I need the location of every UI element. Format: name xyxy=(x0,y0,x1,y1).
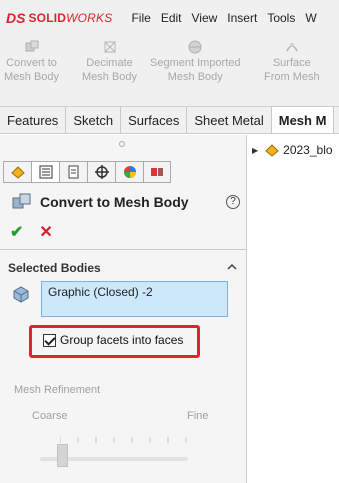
group-facets-checkbox[interactable] xyxy=(43,333,56,347)
solidworks-logo[interactable]: DS SOLIDWORKS xyxy=(6,10,112,26)
cancel-button[interactable]: ✕ xyxy=(39,222,52,242)
convert-to-mesh-body-button[interactable]: Convert to Mesh Body xyxy=(4,40,59,84)
group-facets-label: Group facets into faces xyxy=(60,333,184,347)
mesh-refinement-slider-thumb[interactable] xyxy=(57,444,68,467)
menu-window[interactable]: W xyxy=(300,11,321,25)
menu-insert[interactable]: Insert xyxy=(222,11,262,25)
menu-view[interactable]: View xyxy=(187,11,223,25)
cam-manager-tab[interactable] xyxy=(143,161,171,183)
solid-body-icon xyxy=(13,286,29,303)
property-manager-panel: Convert to Mesh Body ? ✔ ✕ Selected Bodi… xyxy=(0,135,247,483)
segment-icon xyxy=(188,40,202,54)
property-manager-header: Convert to Mesh Body ? xyxy=(12,192,240,212)
surface-from-mesh-icon xyxy=(286,43,298,52)
group-facets-option[interactable]: Group facets into faces xyxy=(43,333,183,347)
ok-button[interactable]: ✔ xyxy=(10,222,23,242)
page-title: Convert to Mesh Body xyxy=(40,194,189,210)
selected-bodies-title: Selected Bodies xyxy=(8,261,101,275)
property-manager-tab[interactable] xyxy=(31,161,59,183)
cam-icon xyxy=(151,168,163,176)
tab-features[interactable]: Features xyxy=(0,107,67,133)
property-manager-icon xyxy=(39,165,52,179)
mesh-refinement-title: Mesh Refinement xyxy=(14,384,101,396)
mesh-convert-icon xyxy=(25,40,39,52)
menu-edit[interactable]: Edit xyxy=(156,11,187,25)
logo-brand: SOLIDWORKS xyxy=(28,11,113,25)
menu-bar: DS SOLIDWORKS File Edit View Insert Tool… xyxy=(0,0,339,36)
display-manager-icon xyxy=(123,166,136,178)
decimate-icon xyxy=(104,41,116,53)
segment-imported-mesh-body-button[interactable]: Segment Imported Mesh Body xyxy=(150,40,241,84)
display-manager-tab[interactable] xyxy=(115,161,143,183)
manager-tabs xyxy=(3,161,171,183)
chevron-up-icon[interactable] xyxy=(226,261,238,273)
tab-mesh-modeling[interactable]: Mesh M xyxy=(271,107,335,133)
ds-logo-mark: DS xyxy=(6,10,26,26)
fine-label: Fine xyxy=(187,410,209,422)
help-icon[interactable]: ? xyxy=(226,195,240,209)
menu-file[interactable]: File xyxy=(126,11,155,25)
tab-sheet-metal[interactable]: Sheet Metal xyxy=(187,107,272,133)
command-toolbar: Convert to Mesh Body Decimate Mesh Body Se… xyxy=(0,36,339,106)
menu-tools[interactable]: Tools xyxy=(262,11,300,25)
ok-cancel-row: ✔ ✕ xyxy=(10,222,53,242)
convert-to-mesh-icon xyxy=(12,193,31,209)
slider-ticks xyxy=(60,437,187,443)
tab-surfaces[interactable]: Surfaces xyxy=(121,107,188,133)
feature-tree: ▶ 2023_blo xyxy=(248,135,339,483)
divider xyxy=(0,249,246,250)
panel-grip-handle[interactable] xyxy=(119,141,125,147)
part-icon xyxy=(265,144,279,157)
command-manager-tabs: Features Sketch Surfaces Sheet Metal Mes… xyxy=(0,106,339,134)
tree-root-label: 2023_blo xyxy=(283,143,333,157)
feature-manager-tab[interactable] xyxy=(3,161,31,183)
configuration-manager-tab[interactable] xyxy=(59,161,87,183)
coarse-label: Coarse xyxy=(32,410,68,422)
expand-arrow-icon[interactable]: ▶ xyxy=(252,146,258,155)
feature-manager-icon xyxy=(10,166,25,179)
surface-from-mesh-button[interactable]: Surface From Mesh xyxy=(264,40,320,84)
tab-sketch[interactable]: Sketch xyxy=(66,107,122,133)
selected-bodies-list[interactable]: Graphic (Closed) -2 xyxy=(41,281,228,317)
dimxpert-manager-tab[interactable] xyxy=(87,161,115,183)
dimxpert-icon xyxy=(94,165,109,179)
tree-root-item[interactable]: ▶ 2023_blo xyxy=(252,142,333,158)
configuration-manager-icon xyxy=(68,165,78,179)
decimate-mesh-body-button[interactable]: Decimate Mesh Body xyxy=(82,40,137,84)
main-menu: File Edit View Insert Tools W xyxy=(126,11,321,25)
